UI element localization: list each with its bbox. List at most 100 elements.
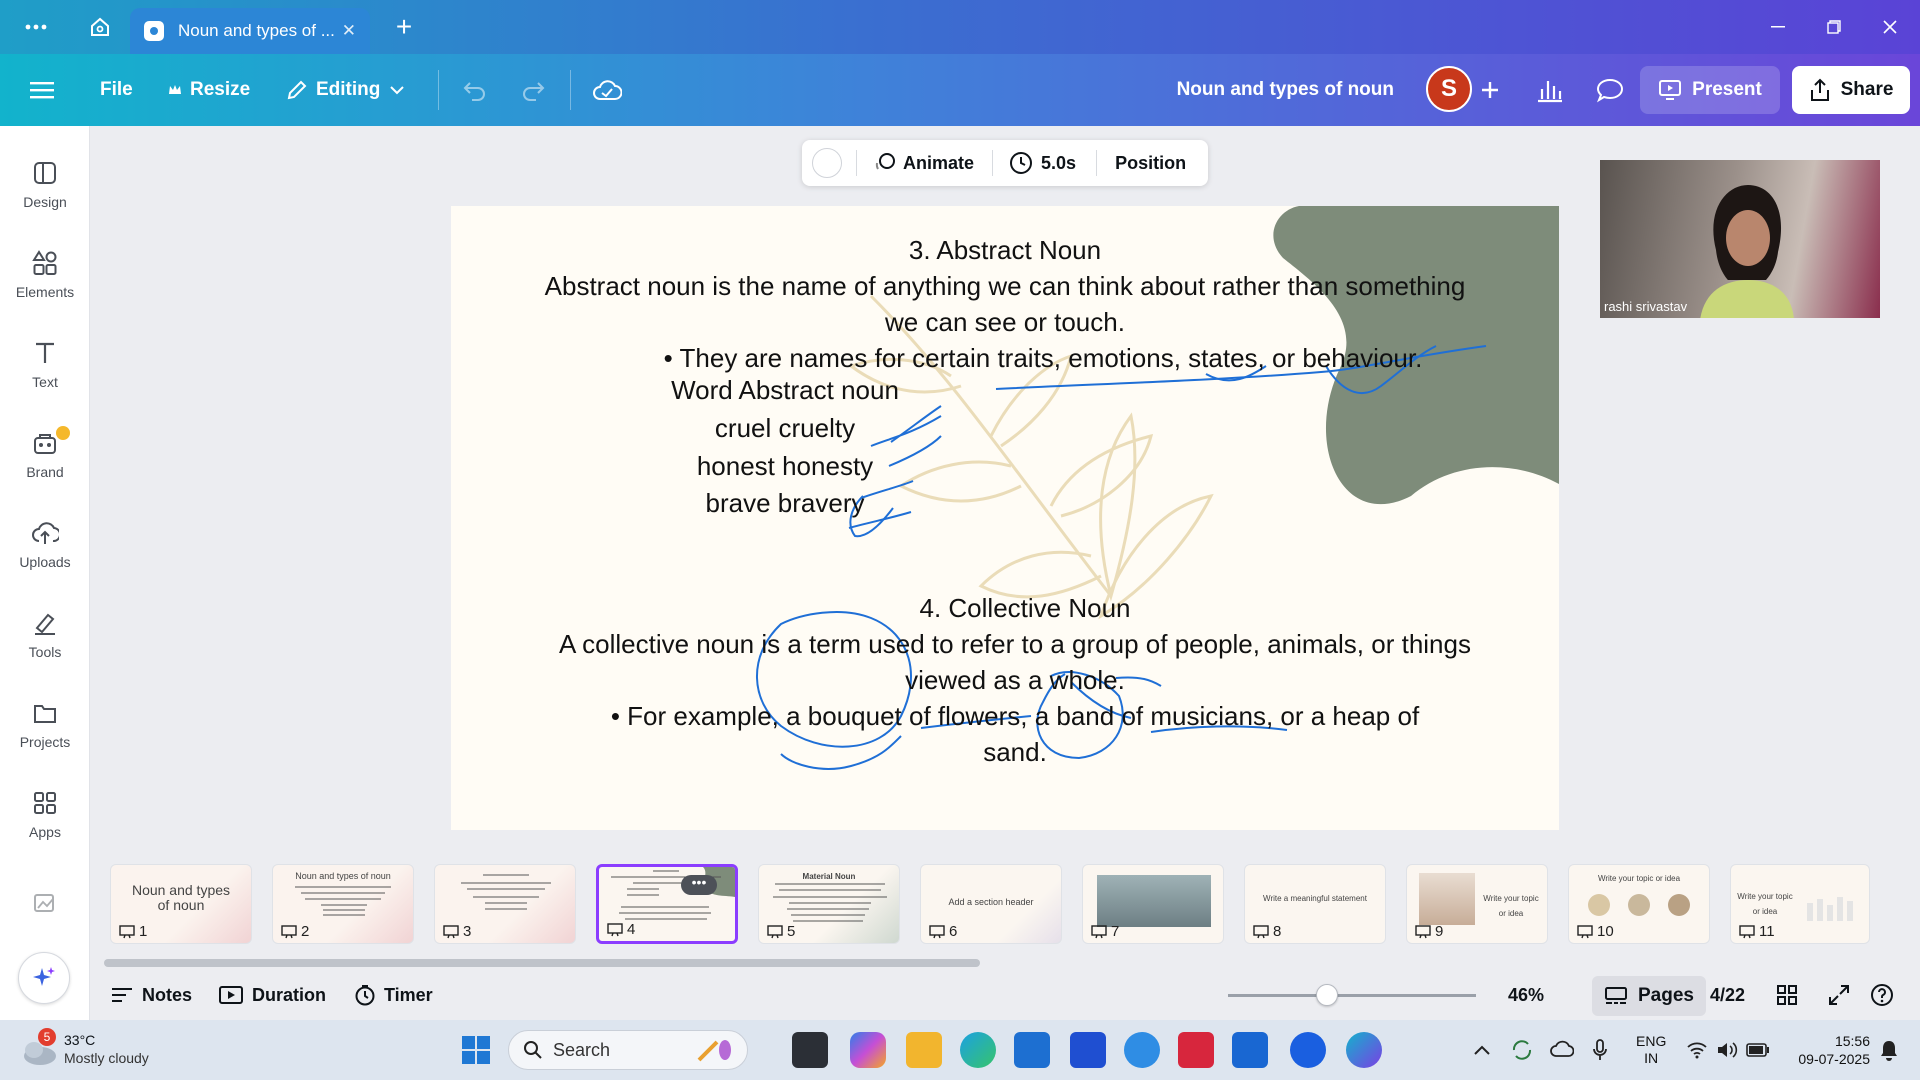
abstract-definition-line2[interactable]: we can see or touch. bbox=[451, 304, 1559, 340]
zoom-percentage[interactable]: 46% bbox=[1508, 970, 1544, 1020]
sidebar-item-text[interactable]: Text bbox=[0, 330, 90, 410]
sidebar-item-brand[interactable]: Brand bbox=[0, 420, 90, 500]
task-view-icon[interactable] bbox=[792, 1032, 828, 1068]
canva-app-icon[interactable] bbox=[1346, 1032, 1382, 1068]
page-thumbnail[interactable]: Write your topic or idea 11 bbox=[1730, 864, 1870, 944]
comments-icon[interactable] bbox=[1596, 54, 1632, 126]
sidebar-item-magic-media[interactable] bbox=[0, 880, 90, 960]
volume-icon[interactable] bbox=[1716, 1020, 1738, 1080]
page-thumbnail[interactable]: Write your topic or idea 9 bbox=[1406, 864, 1548, 944]
sidebar-item-apps[interactable]: Apps bbox=[0, 780, 90, 860]
restore-icon[interactable] bbox=[1806, 0, 1862, 54]
thumbnail-scrollbar[interactable] bbox=[104, 959, 980, 967]
new-tab-icon[interactable]: + bbox=[386, 0, 422, 54]
add-collaborator-icon[interactable] bbox=[1480, 54, 1508, 126]
notes-button[interactable]: Notes bbox=[110, 970, 192, 1020]
position-button[interactable]: Position bbox=[1115, 153, 1186, 174]
copilot-icon[interactable] bbox=[850, 1032, 886, 1068]
page-thumbnail[interactable]: Write your topic or idea 10 bbox=[1568, 864, 1710, 944]
abstract-table-row[interactable]: brave bravery bbox=[451, 485, 1339, 521]
animate-button[interactable]: Animate bbox=[873, 151, 974, 175]
help-icon[interactable] bbox=[1870, 970, 1902, 1020]
zoom-slider-handle[interactable] bbox=[1316, 984, 1338, 1006]
pages-button[interactable]: Pages bbox=[1592, 976, 1706, 1016]
network-cloud-icon[interactable] bbox=[1550, 1020, 1574, 1080]
abstract-table-row[interactable]: honest honesty bbox=[451, 448, 1339, 484]
page-thumbnail[interactable]: Write a meaningful statement 8 bbox=[1244, 864, 1386, 944]
microphone-icon[interactable] bbox=[1592, 1020, 1608, 1080]
page-counter[interactable]: 4/22 bbox=[1710, 970, 1745, 1020]
slide-canvas[interactable]: 3. Abstract Noun Abstract noun is the na… bbox=[451, 206, 1559, 830]
notification-icon[interactable] bbox=[1878, 1020, 1900, 1080]
zoom-slider-track[interactable] bbox=[1228, 994, 1476, 997]
collective-definition-line2[interactable]: viewed as a whole. bbox=[461, 662, 1559, 698]
sidebar-item-design[interactable]: Design bbox=[0, 150, 90, 230]
fullscreen-icon[interactable] bbox=[1828, 970, 1858, 1020]
clock[interactable]: 15:56 09-07-2025 bbox=[1784, 1020, 1870, 1080]
color-swatch[interactable] bbox=[812, 148, 842, 178]
edge-browser-icon[interactable] bbox=[960, 1032, 996, 1068]
cloud-saved-icon[interactable] bbox=[592, 54, 630, 126]
thumbnail-more-icon[interactable]: ••• bbox=[681, 875, 717, 895]
sidebar-item-tools[interactable]: Tools bbox=[0, 600, 90, 680]
file-explorer-icon[interactable] bbox=[906, 1032, 942, 1068]
page-thumbnail[interactable]: Add a section header 6 bbox=[920, 864, 1062, 944]
sidebar-item-projects[interactable]: Projects bbox=[0, 690, 90, 770]
grid-view-icon[interactable] bbox=[1776, 970, 1806, 1020]
sidebar-item-elements[interactable]: Elements bbox=[0, 240, 90, 320]
magic-assistant-button[interactable] bbox=[18, 952, 70, 1004]
home-icon[interactable] bbox=[80, 0, 120, 54]
undo-icon[interactable] bbox=[462, 54, 496, 126]
abstract-definition-line1[interactable]: Abstract noun is the name of anything we… bbox=[451, 268, 1559, 304]
insights-icon[interactable] bbox=[1536, 54, 1572, 126]
abstract-noun-heading[interactable]: 3. Abstract Noun bbox=[451, 232, 1559, 268]
mcafee-icon[interactable] bbox=[1178, 1032, 1214, 1068]
editing-mode-button[interactable]: Editing bbox=[286, 54, 412, 126]
video-call-feed[interactable]: rashi srivastav bbox=[1600, 160, 1880, 318]
duration-timeline-button[interactable]: Duration bbox=[218, 970, 326, 1020]
tab-close-icon[interactable]: ✕ bbox=[342, 21, 356, 41]
collective-definition-line1[interactable]: A collective noun is a term used to refe… bbox=[461, 626, 1559, 662]
collective-noun-heading[interactable]: 4. Collective Noun bbox=[471, 590, 1559, 626]
page-thumbnail-selected[interactable]: ••• 4 bbox=[596, 864, 738, 944]
battery-icon[interactable] bbox=[1746, 1020, 1770, 1080]
image-edit-icon bbox=[34, 894, 54, 912]
minimize-icon[interactable] bbox=[1750, 0, 1806, 54]
user-avatar[interactable]: S bbox=[1426, 66, 1472, 112]
file-menu[interactable]: File bbox=[100, 54, 133, 126]
timer-button[interactable]: Timer bbox=[354, 970, 433, 1020]
more-icon[interactable] bbox=[14, 0, 58, 54]
redo-icon[interactable] bbox=[520, 54, 554, 126]
sync-icon[interactable] bbox=[1510, 1020, 1534, 1080]
help-app-icon[interactable] bbox=[1124, 1032, 1160, 1068]
resize-button[interactable]: Resize bbox=[168, 54, 250, 126]
sidebar-item-uploads[interactable]: Uploads bbox=[0, 510, 90, 590]
duration-label: Duration bbox=[252, 984, 326, 1005]
collective-bullet-line1[interactable]: • For example, a bouquet of flowers, a b… bbox=[461, 698, 1559, 734]
page-thumbnail[interactable]: 7 bbox=[1082, 864, 1224, 944]
page-thumbnail[interactable]: Noun and types of noun 1 bbox=[110, 864, 252, 944]
language-indicator[interactable]: ENG IN bbox=[1636, 1020, 1666, 1080]
hp-app-icon[interactable] bbox=[1070, 1032, 1106, 1068]
browser-tab-active[interactable]: Noun and types of ... ✕ bbox=[130, 8, 370, 54]
duration-button[interactable]: 5.0s bbox=[1009, 151, 1076, 175]
zoom-app-icon[interactable] bbox=[1290, 1032, 1326, 1068]
page-thumbnail[interactable]: 3 bbox=[434, 864, 576, 944]
present-button[interactable]: Present bbox=[1640, 66, 1780, 114]
page-thumbnail[interactable]: Material Noun 5 bbox=[758, 864, 900, 944]
outlook-icon[interactable] bbox=[1232, 1032, 1268, 1068]
page-thumbnail[interactable]: Noun and types of noun 2 bbox=[272, 864, 414, 944]
menu-icon[interactable] bbox=[30, 54, 62, 126]
share-button[interactable]: Share bbox=[1792, 66, 1910, 114]
windows-start-icon[interactable] bbox=[458, 1032, 494, 1068]
wifi-icon[interactable] bbox=[1686, 1020, 1708, 1080]
abstract-bullet[interactable]: • They are names for certain traits, emo… bbox=[451, 340, 1559, 376]
microsoft-store-icon[interactable] bbox=[1014, 1032, 1050, 1068]
close-window-icon[interactable] bbox=[1862, 0, 1918, 54]
document-title[interactable]: Noun and types of noun bbox=[1150, 54, 1394, 126]
collective-bullet-line2[interactable]: sand. bbox=[461, 734, 1559, 770]
abstract-table-row[interactable]: cruel cruelty bbox=[451, 410, 1339, 446]
tray-overflow-icon[interactable] bbox=[1474, 1020, 1490, 1080]
abstract-table-row[interactable]: Word Abstract noun bbox=[451, 372, 1339, 408]
taskbar-search[interactable]: Search bbox=[508, 1030, 748, 1070]
